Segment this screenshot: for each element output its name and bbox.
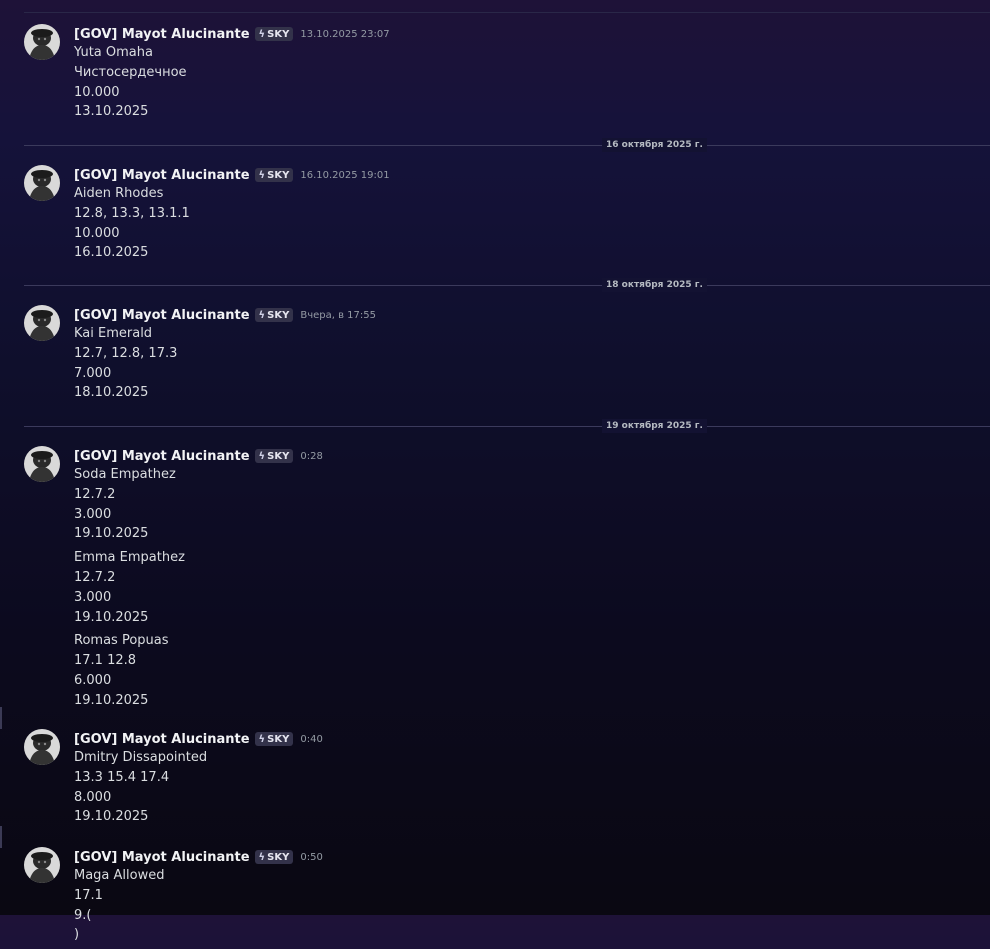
message-line: Emma Empathez [74, 550, 185, 566]
server-tag-label: SKY [267, 851, 290, 863]
message-text-block: Yuta Omaha Чистосердечное 10.000 13.10.2025 [74, 43, 187, 122]
message-line: Yuta Omaha [74, 45, 153, 60]
bolt-icon: ϟ [258, 733, 266, 745]
message-body: Soda Empathez 12.7.2 3.000 19.10.2025 Emma E… [74, 465, 185, 715]
author-name[interactable]: [GOV] Mayot Alucinante [74, 168, 250, 183]
message-body: Yuta Omaha Чистосердечное 10.000 13.10.2025 [74, 43, 187, 126]
server-tag[interactable]: ϟ SKY [254, 449, 294, 463]
message-line: Maga Allowed [74, 868, 165, 883]
message-line: 12.7, 12.8, 17.3 [74, 345, 178, 361]
bolt-icon: ϟ [258, 851, 266, 863]
message-timestamp: 0:50 [300, 851, 323, 863]
server-tag-label: SKY [267, 169, 290, 181]
user-avatar[interactable] [24, 446, 60, 482]
date-divider: 19 октября 2025 г. [24, 419, 990, 433]
message-line: 19.10.2025 [74, 526, 149, 542]
message-text-block: Dmitry Dissapointed 13.3 15.4 17.4 8.000 19… [74, 748, 207, 827]
message-line: 10.000 [74, 225, 120, 241]
message-line: ) [74, 927, 80, 943]
date-divider-label: 18 октября 2025 г. [602, 278, 707, 292]
message-line: Kai Emerald [74, 326, 153, 341]
message-line: 3.000 [74, 506, 112, 522]
user-avatar[interactable] [24, 165, 60, 201]
message-line: 12.7.2 [74, 569, 116, 585]
message-text-block: Soda Empathez 12.7.2 3.000 19.10.2025 [74, 465, 185, 544]
message-text-block: Romas Popuas 17.1 12.8 6.000 19.10.2025 [74, 631, 185, 710]
message-header: [GOV] Mayot Alucinante ϟ SKY 0:28 [74, 447, 323, 465]
bolt-icon: ϟ [258, 169, 266, 181]
message-line: 10.000 [74, 84, 120, 100]
message-timestamp: 0:40 [300, 733, 323, 745]
message-line: 8.000 [74, 789, 112, 805]
message-line: Soda Empathez [74, 467, 176, 482]
message-line: Dmitry Dissapointed [74, 750, 208, 765]
message-line: 12.7.2 [74, 486, 116, 502]
author-name[interactable]: [GOV] Mayot Alucinante [74, 850, 250, 865]
server-tag-label: SKY [267, 733, 290, 745]
message-line: 17.1 12.8 [74, 653, 137, 669]
message-timestamp: 16.10.2025 19:01 [300, 169, 390, 181]
message-feed[interactable]: [GOV] Mayot Alucinante ϟ SKY 13.10.2025 23:… [0, 0, 990, 942]
message-text-block: Kai Emerald 12.7, 12.8, 17.3 7.000 18.10.20… [74, 324, 177, 403]
message-body: Dmitry Dissapointed 13.3 15.4 17.4 8.000 19… [74, 748, 207, 831]
date-divider: 18 октября 2025 г. [24, 278, 990, 292]
message-line: 19.10.2025 [74, 692, 149, 708]
message-header: [GOV] Mayot Alucinante ϟ SKY Вчера, в 17:55 [74, 306, 376, 324]
user-avatar[interactable] [24, 847, 60, 883]
server-tag[interactable]: ϟ SKY [254, 27, 294, 41]
bolt-icon: ϟ [258, 309, 266, 321]
message-header: [GOV] Mayot Alucinante ϟ SKY 0:50 [74, 848, 323, 866]
server-tag[interactable]: ϟ SKY [254, 168, 294, 182]
message-line: 6.000 [74, 672, 112, 688]
message-line: 7.000 [74, 365, 112, 381]
message-body: Aiden Rhodes 12.8, 13.3, 13.1.1 10.000 16.1… [74, 184, 190, 267]
author-name[interactable]: [GOV] Mayot Alucinante [74, 732, 250, 747]
message-line: 19.10.2025 [74, 809, 149, 825]
author-name[interactable]: [GOV] Mayot Alucinante [74, 27, 250, 42]
server-tag[interactable]: ϟ SKY [254, 732, 294, 746]
date-divider-label: 19 октября 2025 г. [602, 419, 707, 433]
author-name[interactable]: [GOV] Mayot Alucinante [74, 449, 250, 464]
message-header: [GOV] Mayot Alucinante ϟ SKY 0:40 [74, 730, 323, 748]
date-divider: 16 октября 2025 г. [24, 138, 990, 152]
message-line: 12.8, 13.3, 13.1.1 [74, 205, 190, 221]
message-line: 17.1 [74, 887, 103, 903]
user-avatar[interactable] [24, 729, 60, 765]
message-line: 18.10.2025 [74, 385, 149, 401]
user-avatar[interactable] [24, 24, 60, 60]
message-text-block: Aiden Rhodes 12.8, 13.3, 13.1.1 10.000 16.1… [74, 184, 190, 263]
message-line: 13.10.2025 [74, 104, 149, 120]
message-body: Maga Allowed 17.1 9.() [74, 866, 165, 949]
message-line: 16.10.2025 [74, 245, 149, 261]
user-avatar[interactable] [24, 305, 60, 341]
message-line: 9.( [74, 907, 92, 923]
message-body: Kai Emerald 12.7, 12.8, 17.3 7.000 18.10.20… [74, 324, 177, 407]
left-edge-marker [0, 707, 2, 729]
message-text-block: Maga Allowed 17.1 9.() [74, 866, 165, 945]
message-header: [GOV] Mayot Alucinante ϟ SKY 13.10.2025 23:… [74, 25, 390, 43]
message-header: [GOV] Mayot Alucinante ϟ SKY 16.10.2025 19:… [74, 166, 390, 184]
left-edge-marker [0, 826, 2, 848]
message-line: Romas Popuas [74, 633, 169, 649]
message-timestamp: 0:28 [300, 450, 323, 462]
server-tag-label: SKY [267, 28, 290, 40]
bolt-icon: ϟ [258, 28, 266, 40]
message-line: 3.000 [74, 589, 112, 605]
server-tag-label: SKY [267, 309, 290, 321]
message-timestamp: Вчера, в 17:55 [300, 309, 377, 321]
message-timestamp: 13.10.2025 23:07 [300, 28, 390, 40]
bolt-icon: ϟ [258, 450, 266, 462]
message-text-block: Emma Empathez 12.7.2 3.000 19.10.2025 [74, 548, 185, 627]
message-line: Чистосердечное [74, 64, 187, 80]
server-tag-label: SKY [267, 450, 290, 462]
server-tag[interactable]: ϟ SKY [254, 850, 294, 864]
message-line: Aiden Rhodes [74, 186, 164, 201]
message-line: 19.10.2025 [74, 609, 149, 625]
author-name[interactable]: [GOV] Mayot Alucinante [74, 308, 250, 323]
server-tag[interactable]: ϟ SKY [254, 308, 294, 322]
date-divider-label: 16 октября 2025 г. [602, 138, 707, 152]
message-line: 13.3 15.4 17.4 [74, 769, 170, 785]
